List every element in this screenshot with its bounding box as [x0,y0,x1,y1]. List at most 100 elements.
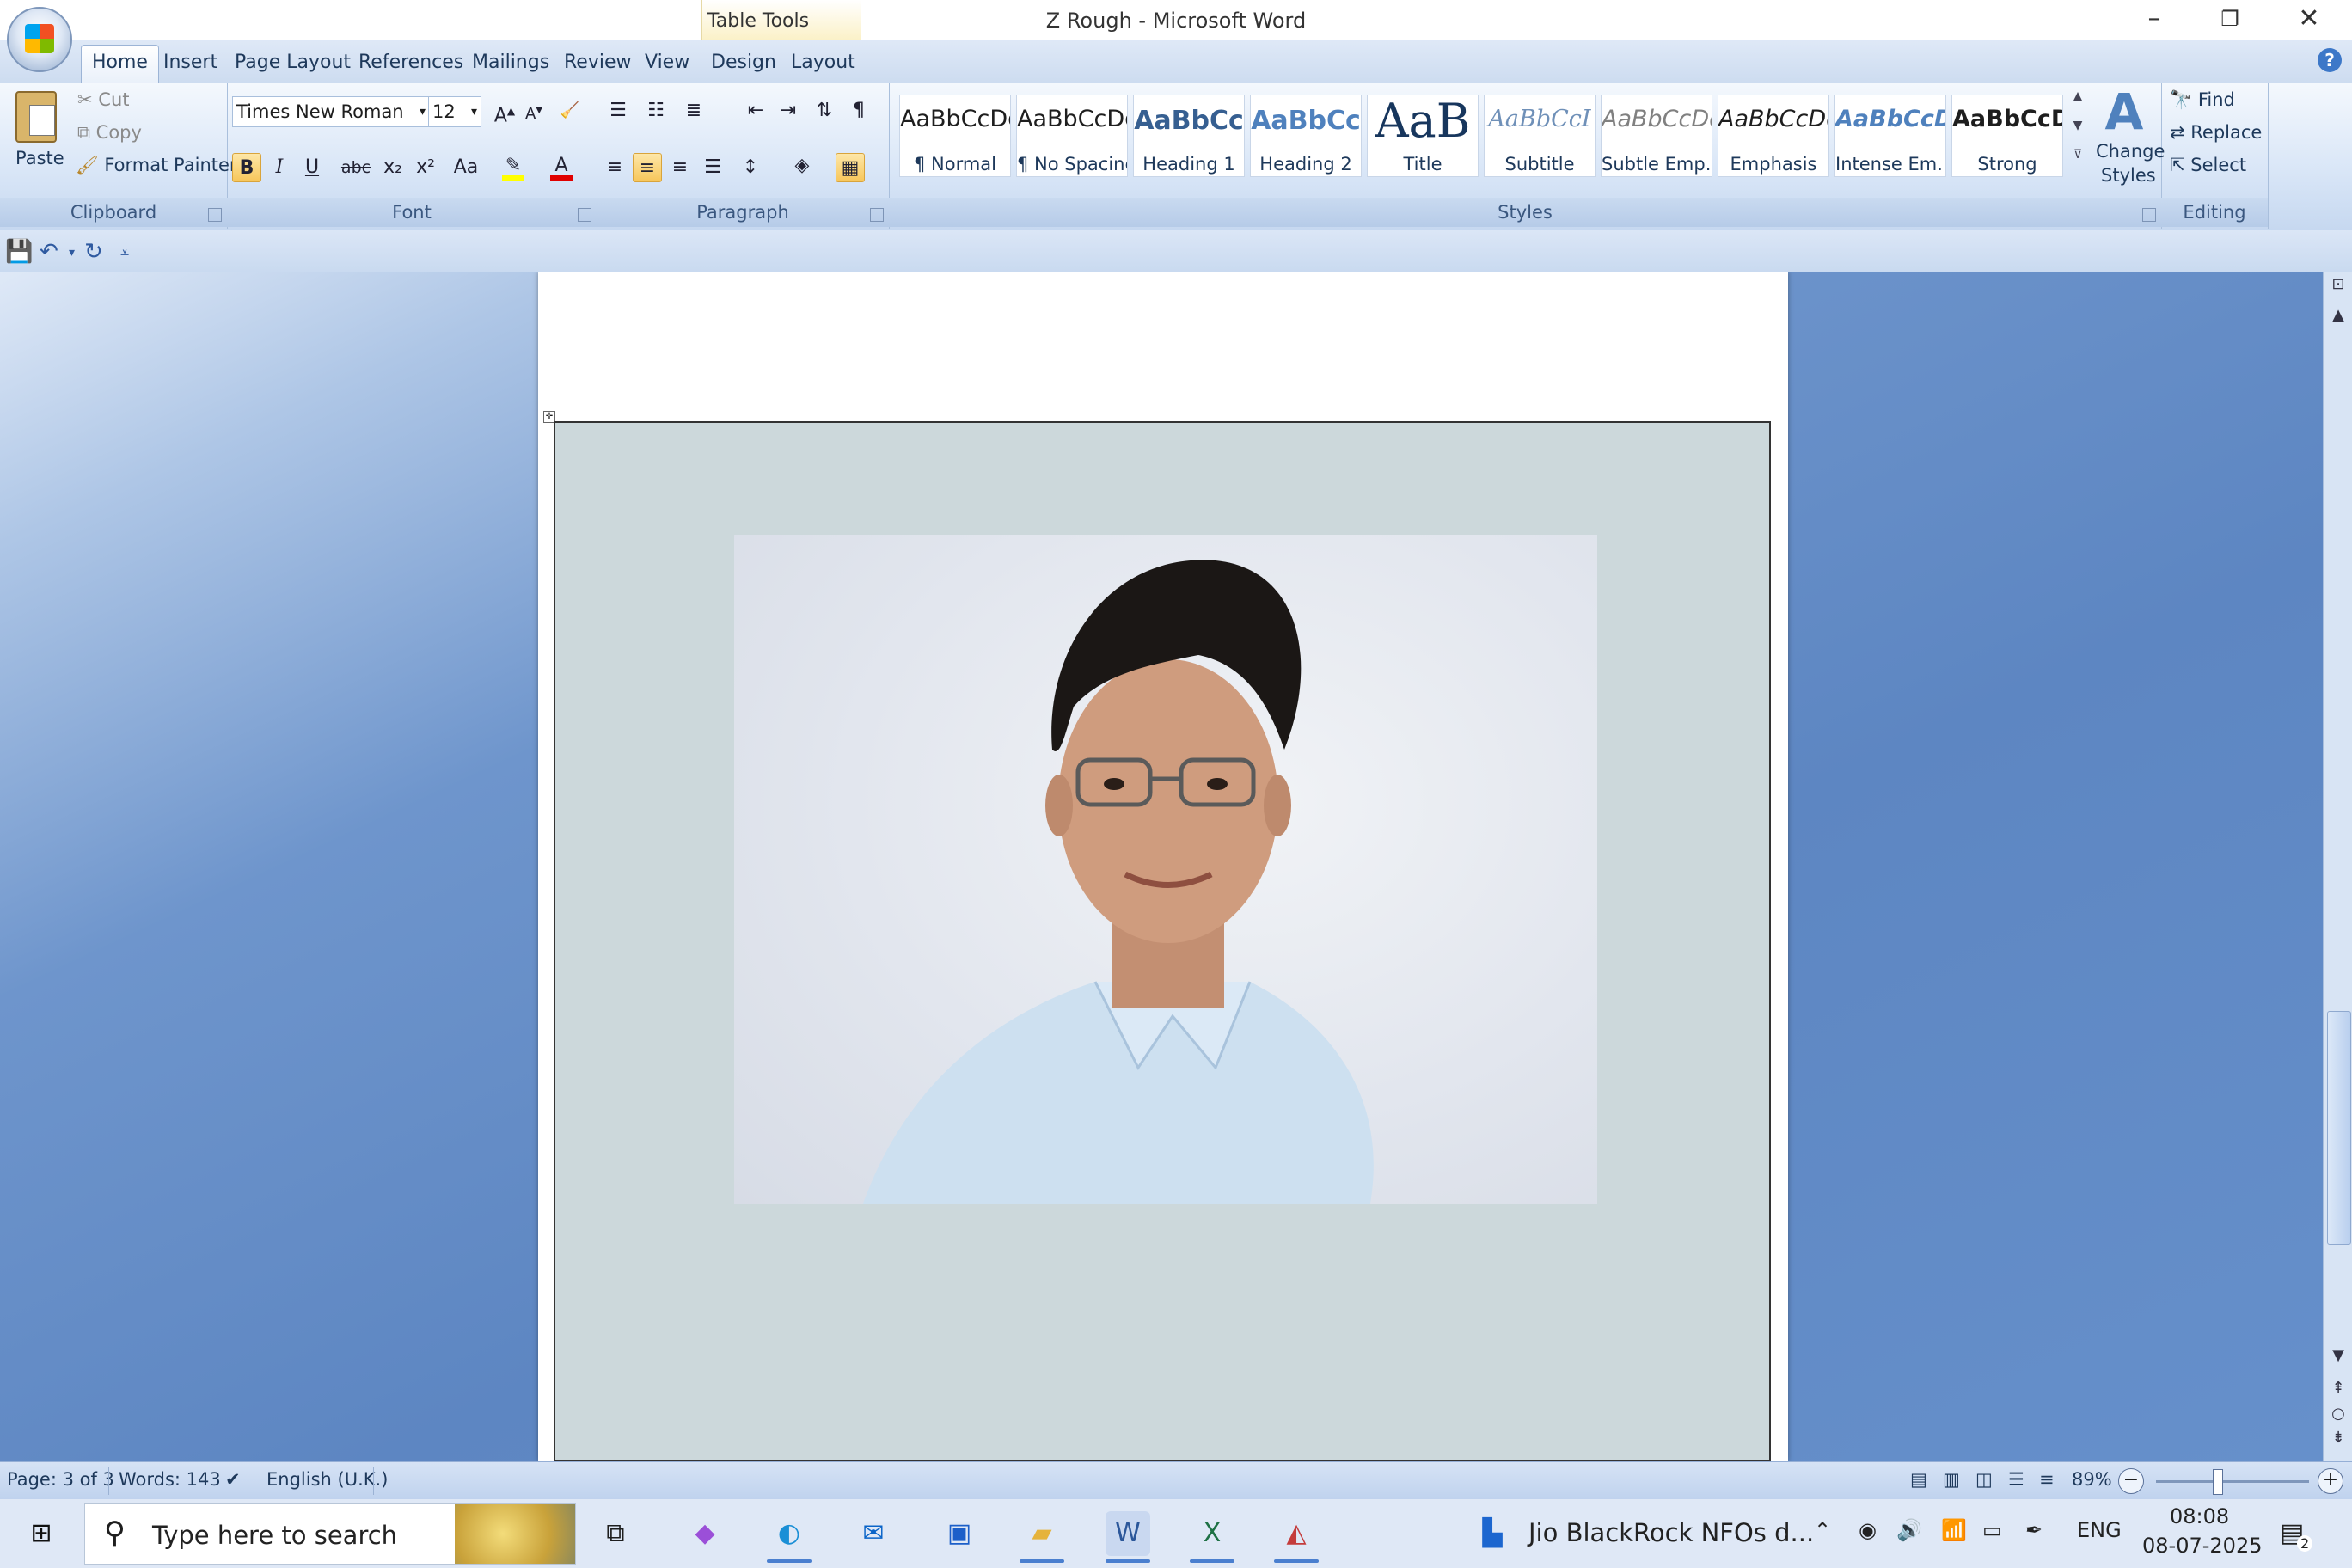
show-hidden-icons-icon[interactable]: ⌃ [1814,1518,1831,1542]
customize-toolbar-icon[interactable]: ⩡ [120,244,129,262]
style-emphasis[interactable]: AaBbCcDdEmphasis [1718,95,1829,177]
style-heading-2[interactable]: AaBbCc Heading 2 [1250,95,1362,177]
tab-view[interactable]: View [645,52,689,73]
style-no-spacing[interactable]: AaBbCcDd¶ No Spacing [1016,95,1128,177]
align-left-icon[interactable]: ≡ [600,153,629,182]
full-screen-reading-icon[interactable]: ▥ [1943,1469,1960,1490]
style-normal[interactable]: AaBbCcDd¶ Normal [899,95,1011,177]
copy-button[interactable]: ⧉ Copy [77,122,142,144]
underline-button[interactable]: U [297,153,327,182]
battery-icon[interactable]: ▭ [1982,1518,2002,1542]
document-page[interactable]: ✛ [538,272,1788,1461]
show-formatting-marks-button[interactable]: ¶ [844,96,873,126]
superscript-button[interactable]: x² [411,153,440,182]
widget-app-icon[interactable]: ▙ [1470,1511,1515,1556]
style-heading-1[interactable]: AaBbCc Heading 1 [1133,95,1245,177]
bold-button[interactable]: B [232,153,261,182]
style-subtitle[interactable]: AaBbCcI Subtitle [1484,95,1596,177]
sort-icon[interactable]: ⇅ [810,96,839,126]
scroll-up-icon[interactable]: ▲ [2324,306,2352,324]
change-case-button[interactable]: Aa [449,153,483,182]
portrait-photo[interactable] [734,535,1597,1204]
subscript-button[interactable]: x₂ [378,153,407,182]
network-icon[interactable]: 📶 [1941,1518,1967,1542]
notification-center-icon[interactable]: ▤ 2 [2280,1518,2313,1552]
tab-review[interactable]: Review [564,52,632,73]
copilot-icon[interactable]: ◆ [683,1511,727,1556]
pen-icon[interactable]: ✒ [2025,1518,2043,1542]
tab-insert[interactable]: Insert [163,52,217,73]
grow-font-button[interactable]: A▲ [490,96,519,126]
windows-start-icon[interactable]: ⊞ [19,1511,64,1556]
minimize-button[interactable]: – [2115,0,2194,40]
chevron-down-icon[interactable]: ▾ [69,246,75,260]
volume-icon[interactable]: 🔊 [1896,1518,1922,1542]
file-explorer-icon[interactable]: ▰ [1020,1511,1064,1563]
font-color-button[interactable]: A [547,151,576,181]
previous-page-icon[interactable]: ⇞ [2324,1379,2352,1397]
chevron-down-icon[interactable]: ▼ [2067,119,2089,148]
multilevel-list-icon[interactable]: ≣ [679,96,708,126]
tab-page-layout[interactable]: Page Layout [235,52,351,73]
tab-references[interactable]: References [358,52,463,73]
text-highlight-button[interactable]: ✎ [499,151,528,181]
shrink-font-button[interactable]: A▼ [519,96,548,126]
styles-dialog-launcher[interactable] [2142,208,2156,222]
acrobat-taskbar-icon[interactable]: ◭ [1274,1511,1319,1563]
tab-layout[interactable]: Layout [791,52,855,73]
style-strong[interactable]: AaBbCcDdStrong [1951,95,2063,177]
clock-date[interactable]: 08-07-2025 [2142,1534,2262,1558]
input-language[interactable]: ENG [2077,1518,2122,1542]
language-indicator[interactable]: English (U.K.) [266,1469,388,1490]
word-taskbar-icon[interactable]: W [1106,1511,1150,1563]
restore-button[interactable]: ❐ [2190,0,2269,40]
scroll-thumb[interactable] [2327,1011,2351,1245]
font-size-combo[interactable]: 12 ▾ [428,96,481,127]
clipboard-dialog-launcher[interactable] [208,208,222,222]
redo-icon[interactable]: ↻ [84,239,103,265]
page-indicator[interactable]: Page: 3 of 3 [7,1469,114,1490]
select-button[interactable]: ⇱ Select [2170,155,2246,175]
line-spacing-icon[interactable]: ↕ [736,153,765,182]
shading-icon[interactable]: ◈ [787,151,817,181]
browse-object-icon[interactable]: ○ [2324,1405,2352,1423]
zoom-slider-track[interactable] [2156,1480,2309,1483]
zoom-out-button[interactable]: − [2118,1468,2144,1494]
format-painter-button[interactable]: 🖌 Format Painter [76,155,237,176]
style-title[interactable]: AaB Title [1367,94,1479,177]
font-family-combo[interactable]: Times New Roman ▾ [232,96,432,127]
tab-design[interactable]: Design [711,52,776,73]
tab-home[interactable]: Home [81,45,159,83]
clear-formatting-icon[interactable]: 🧹 [555,96,585,126]
numbering-icon[interactable]: ☷ [641,96,671,126]
zoom-in-button[interactable]: + [2318,1468,2343,1494]
replace-button[interactable]: ⇄ Replace [2170,122,2262,143]
strikethrough-button[interactable]: abc [339,153,373,182]
decrease-indent-icon[interactable]: ⇤ [741,96,770,126]
task-view-icon[interactable]: ⧉ [593,1511,638,1556]
clock-time[interactable]: 08:08 [2170,1504,2229,1528]
italic-button[interactable]: I [265,153,294,182]
save-icon[interactable]: 💾 [5,239,33,265]
bullets-icon[interactable]: ☰ [603,96,633,126]
justify-icon[interactable]: ☰ [698,153,727,182]
running-app-title[interactable]: Jio BlackRock NFOs d... [1528,1518,1814,1547]
proofing-icon[interactable]: ✔ [225,1469,241,1490]
paragraph-dialog-launcher[interactable] [870,208,884,222]
help-icon[interactable]: ? [2318,48,2342,72]
cut-button[interactable]: ✂ Cut [77,89,130,110]
table-cell[interactable] [554,421,1771,1461]
style-subtle-emphasis[interactable]: AaBbCcDdSubtle Emp... [1601,95,1712,177]
excel-taskbar-icon[interactable]: X [1190,1511,1234,1563]
find-button[interactable]: 🔭 Find [2170,89,2235,111]
scroll-down-icon[interactable]: ▼ [2324,1346,2352,1364]
undo-icon[interactable]: ↶ [40,239,58,265]
zoom-level[interactable]: 89% [2072,1469,2112,1490]
tab-mailings[interactable]: Mailings [472,52,549,73]
outlook-icon[interactable]: ✉ [851,1511,896,1556]
close-button[interactable]: ✕ [2269,0,2349,40]
web-layout-icon[interactable]: ◫ [1975,1469,1993,1490]
borders-icon[interactable]: ▦ [836,153,865,182]
more-styles-icon[interactable]: ⊽ [2067,148,2089,162]
align-right-icon[interactable]: ≡ [665,153,695,182]
